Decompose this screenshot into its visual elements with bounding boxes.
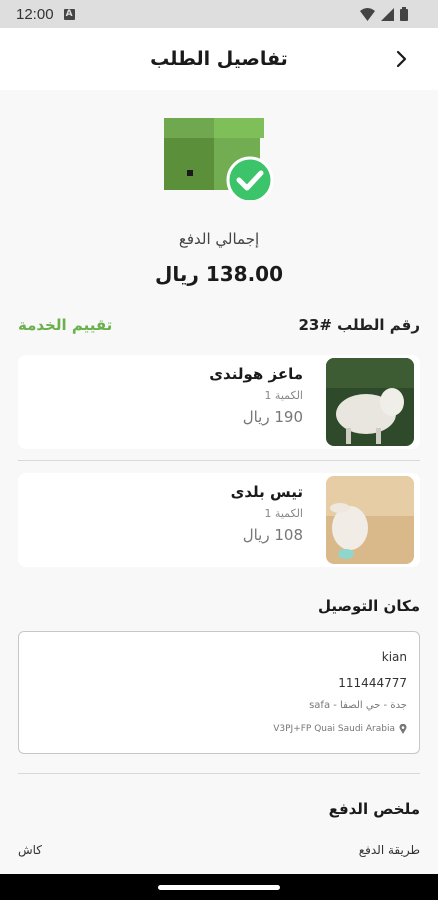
payment-method-row: طريقة الدفع كاش — [18, 843, 420, 859]
location-pin-icon — [399, 724, 407, 734]
address-phone: 111444777 — [338, 676, 407, 690]
battery-icon — [400, 7, 408, 21]
order-row: رقم الطلب #23 تقييم الخدمة — [18, 316, 420, 338]
divider — [18, 773, 420, 774]
home-handle[interactable] — [158, 885, 280, 890]
product-info: تيس بلدى الكمية 1 108 ريال — [231, 483, 303, 544]
status-time: 12:00 — [16, 5, 54, 23]
product-card[interactable]: ماعز هولندى الكمية 1 190 ريال — [18, 355, 420, 449]
address-card[interactable]: kian 111444777 جدة - حي الصفا - safa V3P… — [18, 631, 420, 754]
product-quantity: الكمية 1 — [264, 389, 303, 402]
order-number: رقم الطلب #23 — [298, 316, 421, 334]
product-image — [326, 358, 414, 446]
status-icons — [360, 7, 408, 21]
delivery-title: مكان التوصيل — [318, 597, 420, 615]
address-location: V3PJ+FP Quai Saudi Arabia — [273, 724, 407, 734]
product-info: ماعز هولندى الكمية 1 190 ريال — [209, 365, 303, 426]
divider — [18, 460, 420, 461]
address-area: جدة - حي الصفا - safa — [309, 700, 407, 711]
product-card[interactable]: تيس بلدى الكمية 1 108 ريال — [18, 473, 420, 567]
total-value: 138.00 ريال — [154, 262, 284, 286]
product-image — [326, 476, 414, 564]
product-price: 108 ريال — [242, 526, 303, 544]
chevron-right-icon[interactable] — [390, 47, 414, 71]
page-title: تفاصيل الطلب — [150, 48, 288, 70]
payment-method-value: كاش — [18, 843, 43, 857]
payment-method-label: طريقة الدفع — [358, 843, 420, 857]
product-quantity: الكمية 1 — [264, 507, 303, 520]
system-nav-bar — [0, 874, 438, 900]
status-bar: 12:00 A — [0, 0, 438, 28]
payment-title: ملخص الدفع — [328, 800, 420, 818]
product-price: 190 ريال — [242, 408, 303, 426]
notification-badge: A — [63, 8, 75, 20]
address-plus-code: V3PJ+FP Quai Saudi Arabia — [273, 724, 395, 734]
product-name: تيس بلدى — [230, 483, 303, 501]
address-name: kian — [381, 650, 407, 664]
signal-icon — [381, 7, 394, 21]
rate-service-link[interactable]: تقييم الخدمة — [18, 316, 112, 334]
wifi-icon — [360, 7, 375, 21]
order-box-icon — [164, 118, 274, 200]
total-label: إجمالي الدفع — [178, 230, 260, 248]
app-bar: تفاصيل الطلب — [0, 28, 438, 90]
product-name: ماعز هولندى — [209, 365, 303, 383]
